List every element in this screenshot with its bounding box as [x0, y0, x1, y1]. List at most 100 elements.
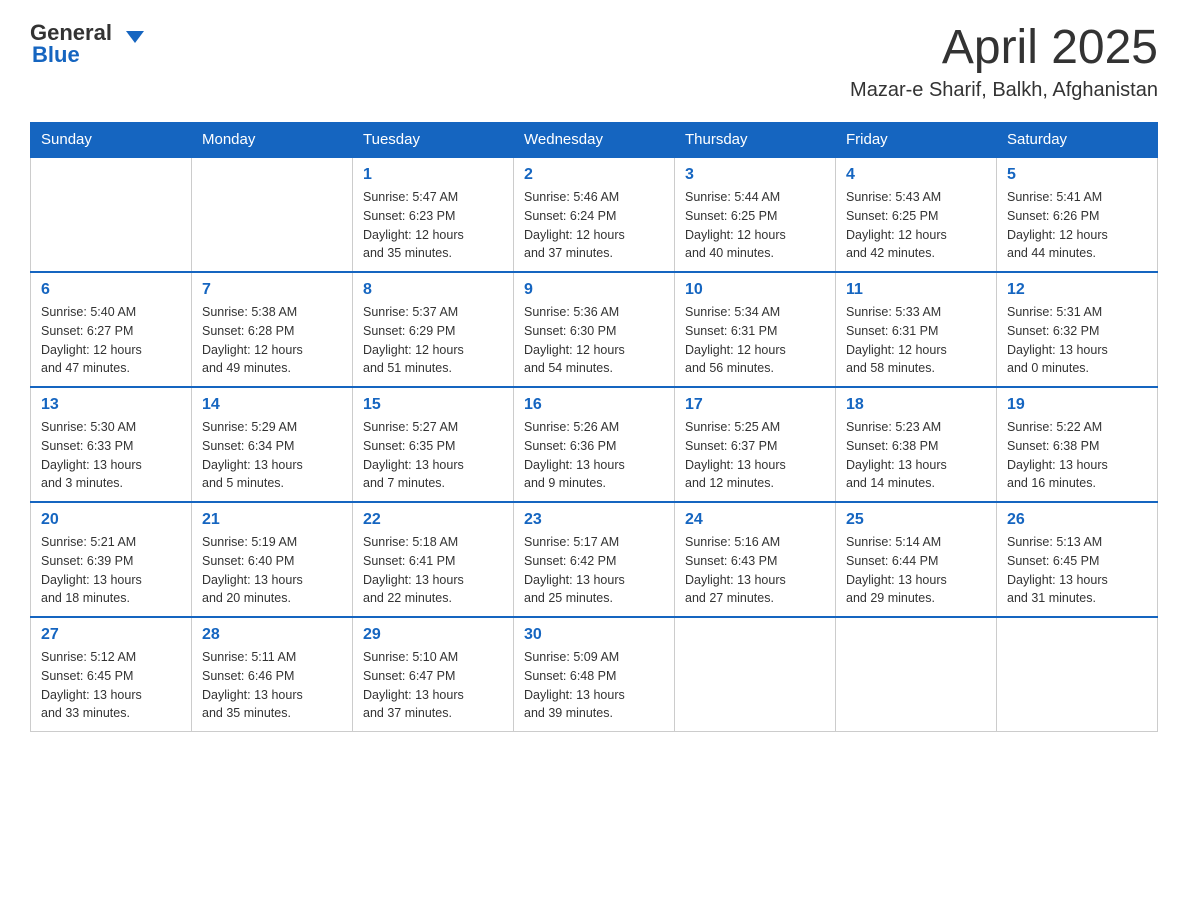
day-number: 28	[202, 626, 342, 644]
logo-arrow-icon	[126, 31, 144, 43]
day-number: 10	[685, 281, 825, 299]
calendar-cell: 17 Sunrise: 5:25 AM Sunset: 6:37 PM Dayli…	[675, 387, 836, 502]
day-info: Sunrise: 5:16 AM Sunset: 6:43 PM Dayligh…	[685, 533, 825, 608]
day-number: 17	[685, 396, 825, 414]
calendar-cell: 21 Sunrise: 5:19 AM Sunset: 6:40 PM Dayli…	[192, 502, 353, 617]
day-info: Sunrise: 5:44 AM Sunset: 6:25 PM Dayligh…	[685, 188, 825, 263]
calendar-cell: 13 Sunrise: 5:30 AM Sunset: 6:33 PM Dayli…	[31, 387, 192, 502]
day-number: 22	[363, 511, 503, 529]
day-number: 12	[1007, 281, 1147, 299]
day-info: Sunrise: 5:19 AM Sunset: 6:40 PM Dayligh…	[202, 533, 342, 608]
day-number: 25	[846, 511, 986, 529]
day-info: Sunrise: 5:13 AM Sunset: 6:45 PM Dayligh…	[1007, 533, 1147, 608]
day-info: Sunrise: 5:25 AM Sunset: 6:37 PM Dayligh…	[685, 418, 825, 493]
day-info: Sunrise: 5:41 AM Sunset: 6:26 PM Dayligh…	[1007, 188, 1147, 263]
day-info: Sunrise: 5:38 AM Sunset: 6:28 PM Dayligh…	[202, 303, 342, 378]
day-of-week-header: Friday	[836, 123, 997, 158]
day-info: Sunrise: 5:18 AM Sunset: 6:41 PM Dayligh…	[363, 533, 503, 608]
calendar-cell	[997, 617, 1158, 732]
day-number: 7	[202, 281, 342, 299]
day-number: 23	[524, 511, 664, 529]
day-info: Sunrise: 5:10 AM Sunset: 6:47 PM Dayligh…	[363, 648, 503, 723]
day-number: 15	[363, 396, 503, 414]
calendar-cell	[836, 617, 997, 732]
day-info: Sunrise: 5:21 AM Sunset: 6:39 PM Dayligh…	[41, 533, 181, 608]
page-title: April 2025	[850, 20, 1158, 75]
calendar-cell: 25 Sunrise: 5:14 AM Sunset: 6:44 PM Dayli…	[836, 502, 997, 617]
calendar-cell	[31, 157, 192, 272]
day-info: Sunrise: 5:43 AM Sunset: 6:25 PM Dayligh…	[846, 188, 986, 263]
calendar-header-row: SundayMondayTuesdayWednesdayThursdayFrid…	[31, 123, 1158, 158]
logo-content: General Blue	[30, 20, 144, 68]
calendar-cell: 23 Sunrise: 5:17 AM Sunset: 6:42 PM Dayli…	[514, 502, 675, 617]
calendar-cell: 18 Sunrise: 5:23 AM Sunset: 6:38 PM Dayli…	[836, 387, 997, 502]
calendar-cell: 15 Sunrise: 5:27 AM Sunset: 6:35 PM Dayli…	[353, 387, 514, 502]
day-number: 5	[1007, 166, 1147, 184]
day-number: 30	[524, 626, 664, 644]
day-info: Sunrise: 5:11 AM Sunset: 6:46 PM Dayligh…	[202, 648, 342, 723]
day-number: 16	[524, 396, 664, 414]
title-section: April 2025 Mazar-e Sharif, Balkh, Afghan…	[850, 20, 1158, 102]
day-number: 3	[685, 166, 825, 184]
calendar-cell: 4 Sunrise: 5:43 AM Sunset: 6:25 PM Daylig…	[836, 157, 997, 272]
day-info: Sunrise: 5:36 AM Sunset: 6:30 PM Dayligh…	[524, 303, 664, 378]
calendar-cell: 27 Sunrise: 5:12 AM Sunset: 6:45 PM Dayli…	[31, 617, 192, 732]
calendar-cell: 9 Sunrise: 5:36 AM Sunset: 6:30 PM Daylig…	[514, 272, 675, 387]
week-row: 27 Sunrise: 5:12 AM Sunset: 6:45 PM Dayli…	[31, 617, 1158, 732]
day-info: Sunrise: 5:14 AM Sunset: 6:44 PM Dayligh…	[846, 533, 986, 608]
day-number: 18	[846, 396, 986, 414]
calendar-cell: 8Sunrise: 5:37 AM Sunset: 6:29 PM Daylig…	[353, 272, 514, 387]
day-info: Sunrise: 5:23 AM Sunset: 6:38 PM Dayligh…	[846, 418, 986, 493]
day-info: Sunrise: 5:27 AM Sunset: 6:35 PM Dayligh…	[363, 418, 503, 493]
calendar-cell: 14 Sunrise: 5:29 AM Sunset: 6:34 PM Dayli…	[192, 387, 353, 502]
day-of-week-header: Monday	[192, 123, 353, 158]
logo-blue: Blue	[32, 42, 80, 68]
day-number: 4	[846, 166, 986, 184]
calendar-table: SundayMondayTuesdayWednesdayThursdayFrid…	[30, 122, 1158, 732]
day-info: Sunrise: 5:30 AM Sunset: 6:33 PM Dayligh…	[41, 418, 181, 493]
calendar-cell: 19Sunrise: 5:22 AM Sunset: 6:38 PM Dayli…	[997, 387, 1158, 502]
day-number: 11	[846, 281, 986, 299]
day-info: Sunrise: 5:33 AM Sunset: 6:31 PM Dayligh…	[846, 303, 986, 378]
calendar-cell: 20 Sunrise: 5:21 AM Sunset: 6:39 PM Dayli…	[31, 502, 192, 617]
calendar-cell: 16 Sunrise: 5:26 AM Sunset: 6:36 PM Dayli…	[514, 387, 675, 502]
day-number: 27	[41, 626, 181, 644]
day-of-week-header: Saturday	[997, 123, 1158, 158]
day-number: 29	[363, 626, 503, 644]
day-number: 24	[685, 511, 825, 529]
calendar-cell	[192, 157, 353, 272]
day-number: 6	[41, 281, 181, 299]
calendar-cell: 6Sunrise: 5:40 AM Sunset: 6:27 PM Daylig…	[31, 272, 192, 387]
day-info: Sunrise: 5:09 AM Sunset: 6:48 PM Dayligh…	[524, 648, 664, 723]
calendar-cell: 12 Sunrise: 5:31 AM Sunset: 6:32 PM Dayli…	[997, 272, 1158, 387]
day-of-week-header: Sunday	[31, 123, 192, 158]
day-of-week-header: Wednesday	[514, 123, 675, 158]
day-number: 14	[202, 396, 342, 414]
day-number: 13	[41, 396, 181, 414]
day-info: Sunrise: 5:17 AM Sunset: 6:42 PM Dayligh…	[524, 533, 664, 608]
calendar-cell: 26Sunrise: 5:13 AM Sunset: 6:45 PM Dayli…	[997, 502, 1158, 617]
day-number: 9	[524, 281, 664, 299]
day-info: Sunrise: 5:37 AM Sunset: 6:29 PM Dayligh…	[363, 303, 503, 378]
logo: General Blue	[30, 20, 144, 68]
page-subtitle: Mazar-e Sharif, Balkh, Afghanistan	[850, 79, 1158, 102]
day-number: 1	[363, 166, 503, 184]
calendar-cell: 5 Sunrise: 5:41 AM Sunset: 6:26 PM Daylig…	[997, 157, 1158, 272]
calendar-cell: 11 Sunrise: 5:33 AM Sunset: 6:31 PM Dayli…	[836, 272, 997, 387]
week-row: 13 Sunrise: 5:30 AM Sunset: 6:33 PM Dayli…	[31, 387, 1158, 502]
calendar-cell: 30 Sunrise: 5:09 AM Sunset: 6:48 PM Dayli…	[514, 617, 675, 732]
day-number: 20	[41, 511, 181, 529]
day-info: Sunrise: 5:29 AM Sunset: 6:34 PM Dayligh…	[202, 418, 342, 493]
day-info: Sunrise: 5:26 AM Sunset: 6:36 PM Dayligh…	[524, 418, 664, 493]
week-row: 1Sunrise: 5:47 AM Sunset: 6:23 PM Daylig…	[31, 157, 1158, 272]
page-header: General Blue April 2025 Mazar-e Sharif, …	[30, 20, 1158, 102]
day-of-week-header: Tuesday	[353, 123, 514, 158]
day-info: Sunrise: 5:34 AM Sunset: 6:31 PM Dayligh…	[685, 303, 825, 378]
day-number: 2	[524, 166, 664, 184]
calendar-cell: 3 Sunrise: 5:44 AM Sunset: 6:25 PM Daylig…	[675, 157, 836, 272]
day-info: Sunrise: 5:12 AM Sunset: 6:45 PM Dayligh…	[41, 648, 181, 723]
day-info: Sunrise: 5:31 AM Sunset: 6:32 PM Dayligh…	[1007, 303, 1147, 378]
day-number: 21	[202, 511, 342, 529]
week-row: 6Sunrise: 5:40 AM Sunset: 6:27 PM Daylig…	[31, 272, 1158, 387]
calendar-cell: 29 Sunrise: 5:10 AM Sunset: 6:47 PM Dayli…	[353, 617, 514, 732]
